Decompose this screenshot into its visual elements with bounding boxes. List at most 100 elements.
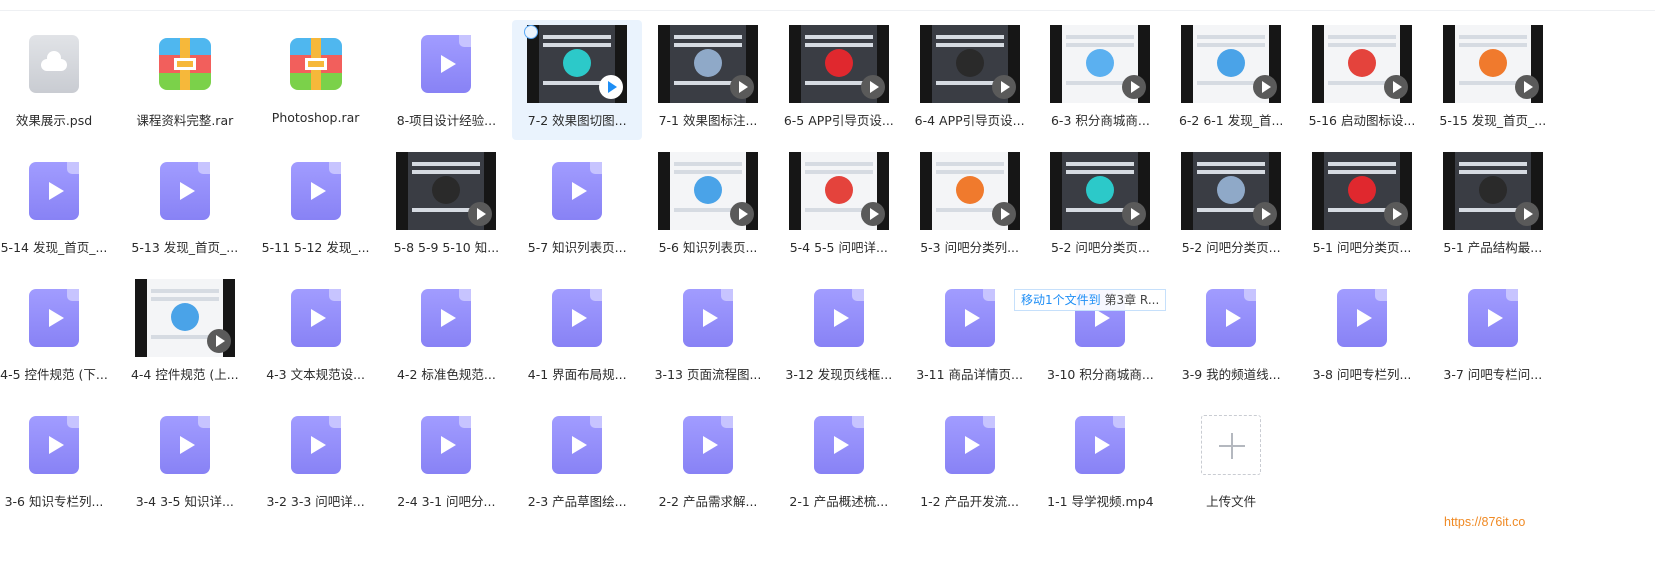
play-button-icon[interactable] bbox=[1384, 202, 1408, 226]
video-thumbnail bbox=[658, 25, 758, 103]
file-name-label: 5-7 知识列表页... bbox=[527, 240, 627, 255]
file-tile[interactable]: 4-2 标准色规范... bbox=[381, 274, 511, 394]
play-button-icon[interactable] bbox=[991, 75, 1016, 99]
file-tile[interactable]: 5-6 知识列表页... bbox=[643, 147, 773, 267]
thumbnail-art bbox=[824, 49, 853, 77]
file-thumbnail bbox=[1050, 406, 1150, 484]
archive-buckle bbox=[304, 58, 327, 70]
file-tile[interactable]: 5-7 知识列表页... bbox=[512, 147, 642, 267]
file-thumbnail bbox=[4, 406, 104, 484]
file-thumbnail bbox=[4, 279, 104, 357]
file-tile[interactable]: 5-14 发现_首页_... bbox=[0, 147, 119, 267]
file-tile[interactable]: 7-1 效果图标注... bbox=[643, 20, 773, 140]
file-tile[interactable]: 8-项目设计经验... bbox=[381, 20, 511, 140]
file-name-label: 7-1 效果图标注... bbox=[658, 113, 758, 128]
file-tile[interactable]: 5-15 发现_首页_... bbox=[1428, 20, 1558, 140]
file-tile[interactable]: 6-4 APP引导页设... bbox=[905, 20, 1035, 140]
file-name-label: 5-1 产品结构最... bbox=[1443, 240, 1543, 255]
file-tile[interactable]: 2-1 产品概述梳... bbox=[774, 401, 904, 521]
file-tile[interactable]: 5-1 问吧分类页... bbox=[1297, 147, 1427, 267]
video-thumbnail bbox=[527, 25, 628, 103]
file-tile[interactable]: 5-13 发现_首页_... bbox=[120, 147, 250, 267]
file-tile[interactable]: 4-5 控件规范 (下... bbox=[0, 274, 119, 394]
play-icon bbox=[833, 309, 849, 327]
play-icon bbox=[1095, 309, 1111, 327]
thumbnail-line bbox=[1458, 35, 1527, 39]
file-name-label: 3-4 3-5 知识详... bbox=[135, 494, 234, 509]
file-tile[interactable]: 4-3 文本规范设... bbox=[251, 274, 381, 394]
upload-file-button[interactable]: 上传文件 bbox=[1166, 401, 1296, 521]
file-tile[interactable]: 效果展示.psd bbox=[0, 20, 119, 140]
file-tile[interactable]: 2-3 产品草图绘... bbox=[512, 401, 642, 521]
file-name-label: 6-3 积分商城商... bbox=[1050, 113, 1150, 128]
file-tile[interactable]: 2-2 产品需求解... bbox=[643, 401, 773, 521]
play-button-icon[interactable] bbox=[730, 202, 754, 226]
file-tile[interactable]: 5-8 5-9 5-10 知... bbox=[381, 147, 511, 267]
file-tile[interactable]: 4-1 界面布局规... bbox=[512, 274, 642, 394]
play-button-icon[interactable] bbox=[730, 75, 754, 99]
play-button-icon[interactable] bbox=[1253, 75, 1278, 99]
thumbnail-art bbox=[1217, 176, 1246, 204]
play-button-icon[interactable] bbox=[1253, 202, 1278, 226]
play-button-icon[interactable] bbox=[1514, 75, 1539, 99]
play-button-icon[interactable] bbox=[599, 75, 624, 99]
file-thumbnail bbox=[1312, 152, 1412, 230]
file-tile[interactable]: 5-2 问吧分类页... bbox=[1035, 147, 1165, 267]
file-tile[interactable]: 1-1 导学视频.mp4 bbox=[1035, 401, 1165, 521]
file-tile[interactable]: 3-6 知识专栏列... bbox=[0, 401, 119, 521]
thumbnail-art bbox=[563, 49, 592, 77]
file-tile[interactable]: 3-4 3-5 知识详... bbox=[120, 401, 250, 521]
play-button-icon[interactable] bbox=[860, 202, 885, 226]
file-thumbnail bbox=[788, 152, 889, 230]
thumbnail-line bbox=[674, 162, 742, 166]
thumbnail-line bbox=[674, 35, 742, 39]
file-tile[interactable]: 5-1 产品结构最... bbox=[1428, 147, 1558, 267]
file-tile[interactable]: 3-12 发现页线框... bbox=[774, 274, 904, 394]
file-tile[interactable]: Photoshop.rar bbox=[251, 20, 381, 140]
file-tile[interactable]: 5-3 问吧分类列... bbox=[905, 147, 1035, 267]
file-thumbnail bbox=[135, 25, 235, 103]
file-tile[interactable]: 5-16 启动图标设... bbox=[1297, 20, 1427, 140]
file-tile[interactable]: 3-2 3-3 问吧详... bbox=[251, 401, 381, 521]
file-tile[interactable]: 3-8 问吧专栏列... bbox=[1297, 274, 1427, 394]
file-tile[interactable]: 6-2 6-1 发现_首... bbox=[1166, 20, 1296, 140]
play-icon bbox=[964, 309, 980, 327]
play-button-icon[interactable] bbox=[860, 75, 885, 99]
play-icon bbox=[179, 182, 195, 200]
rar-archive-icon bbox=[158, 38, 211, 90]
file-thumbnail bbox=[1442, 25, 1543, 103]
play-button-icon[interactable] bbox=[468, 202, 493, 226]
file-tile[interactable]: 2-4 3-1 问吧分... bbox=[381, 401, 511, 521]
file-name-label: 4-5 控件规范 (下... bbox=[0, 367, 108, 382]
file-tile[interactable]: 3-9 我的频道线... bbox=[1166, 274, 1296, 394]
play-button-icon[interactable] bbox=[1384, 75, 1408, 99]
video-file-icon bbox=[421, 289, 472, 347]
file-tile[interactable]: 课程资料完整.rar bbox=[120, 20, 250, 140]
play-button-icon[interactable] bbox=[991, 202, 1016, 226]
thumbnail-line bbox=[543, 43, 612, 47]
file-tile[interactable]: 4-4 控件规范 (上... bbox=[120, 274, 250, 394]
file-tile[interactable]: 6-3 积分商城商... bbox=[1035, 20, 1165, 140]
file-tile[interactable]: 3-7 问吧专栏问... bbox=[1428, 274, 1558, 394]
file-name-label: 3-6 知识专栏列... bbox=[4, 494, 104, 509]
play-button-icon[interactable] bbox=[1122, 75, 1147, 99]
play-button-icon[interactable] bbox=[1514, 202, 1539, 226]
file-name-label: 5-4 5-5 问吧详... bbox=[789, 240, 888, 255]
file-tile[interactable]: 5-2 问吧分类页... bbox=[1166, 147, 1296, 267]
file-tile[interactable]: 7-2 效果图切图... bbox=[512, 20, 643, 140]
file-name-label: 2-3 产品草图绘... bbox=[527, 494, 627, 509]
play-button-icon[interactable] bbox=[1122, 202, 1147, 226]
file-name-label: 3-12 发现页线框... bbox=[785, 367, 893, 382]
play-button-icon[interactable] bbox=[206, 329, 231, 353]
file-name-label: 1-1 导学视频.mp4 bbox=[1047, 494, 1154, 509]
file-tile[interactable]: 5-4 5-5 问吧详... bbox=[774, 147, 904, 267]
file-tile[interactable]: 3-13 页面流程图... bbox=[643, 274, 773, 394]
video-file-icon bbox=[813, 289, 864, 347]
video-file-icon bbox=[552, 162, 603, 220]
file-tile[interactable]: 6-5 APP引导页设... bbox=[774, 20, 904, 140]
thumbnail-line bbox=[935, 162, 1004, 166]
file-name-label: 课程资料完整.rar bbox=[136, 113, 234, 128]
file-tile[interactable]: 5-11 5-12 发现_... bbox=[251, 147, 381, 267]
thumbnail-line bbox=[412, 162, 481, 166]
file-tile[interactable]: 1-2 产品开发流... bbox=[905, 401, 1035, 521]
